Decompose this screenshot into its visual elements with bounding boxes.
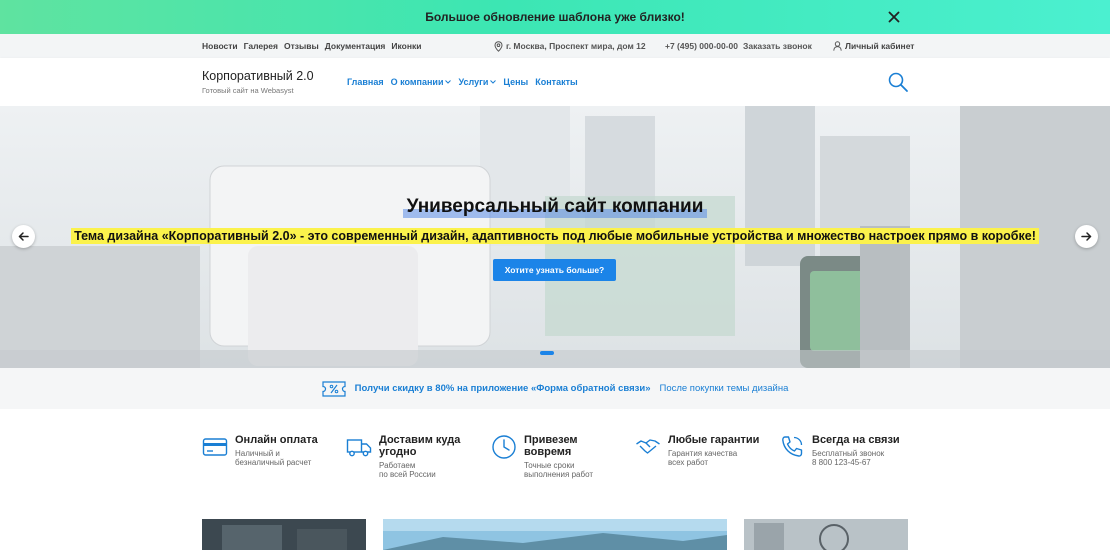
promo-link[interactable]: Получи скидку в 80% на приложение «Форма…	[355, 383, 651, 394]
feature-title: Привезем вовремя	[524, 434, 578, 458]
feature-desc: Точные сроки выполнения работ	[524, 461, 593, 479]
feature-contact: Всегда на связи Бесплатный звонок 8 800 …	[779, 434, 900, 467]
announcement-text: Большое обновление шаблона уже близко!	[425, 10, 685, 24]
nav-home[interactable]: Главная	[347, 77, 384, 87]
nav-services[interactable]: Услуги	[458, 77, 497, 87]
search-icon[interactable]	[887, 71, 909, 93]
hero-subtitle-wrap: Тема дизайна «Корпоративный 2.0» - это с…	[0, 227, 1110, 245]
brand-title: Корпоративный 2.0	[202, 69, 314, 83]
truck-icon	[346, 439, 372, 457]
close-icon[interactable]	[886, 9, 902, 25]
feature-text: Привезем вовремя Точные сроки выполнения…	[524, 434, 593, 479]
top-utility-bar: Новости Галерея Отзывы Документация Икон…	[0, 34, 1110, 58]
hero-subtitle: Тема дизайна «Корпоративный 2.0» - это с…	[71, 228, 1039, 244]
discount-ticket-icon	[322, 380, 346, 397]
feature-desc: Работаем по всей России	[379, 461, 436, 479]
feature-desc: Бесплатный звонок 8 800 123-45-67	[812, 449, 885, 467]
brand[interactable]: Корпоративный 2.0 Готовый сайт на Webasy…	[202, 69, 314, 95]
top-nav-docs[interactable]: Документация	[325, 41, 386, 51]
card-image-1[interactable]	[202, 519, 366, 550]
phone-block: +7 (495) 000-00-00 Заказать звонок	[665, 34, 812, 58]
slider-dot-active[interactable]	[540, 351, 554, 355]
arrow-right-icon	[1081, 232, 1092, 241]
feature-title: Любые гарантии	[668, 434, 760, 446]
feature-guarantees: Любые гарантии Гарантия качества всех ра…	[635, 434, 759, 467]
site-header: Корпоративный 2.0 Готовый сайт на Webasy…	[0, 58, 1110, 106]
feature-text: Доставим куда угодно Работаем по всей Ро…	[379, 434, 460, 479]
top-nav-gallery[interactable]: Галерея	[244, 41, 278, 51]
feature-online-payment: Онлайн оплата Наличный и безналичный рас…	[202, 434, 318, 467]
card-image-3[interactable]	[744, 519, 908, 550]
feature-title: Всегда на связи	[812, 434, 900, 446]
handshake-icon	[636, 439, 660, 454]
phone-number[interactable]: +7 (495) 000-00-00	[665, 41, 738, 51]
feature-on-time: Привезем вовремя Точные сроки выполнения…	[491, 434, 593, 479]
phone-icon	[782, 436, 803, 457]
clock-icon	[492, 435, 516, 459]
nav-prices[interactable]: Цены	[503, 77, 528, 87]
top-nav-reviews[interactable]: Отзывы	[284, 41, 319, 51]
card-photo	[383, 519, 727, 550]
slider-next-button[interactable]	[1075, 225, 1098, 248]
feature-desc: Наличный и безналичный расчет	[235, 449, 312, 467]
chevron-down-icon	[445, 80, 452, 84]
promo-strip: Получи скидку в 80% на приложение «Форма…	[0, 368, 1110, 409]
card-photo	[202, 519, 366, 550]
feature-title: Онлайн оплата	[235, 434, 318, 446]
hero-slider: Универсальный сайт компании Тема дизайна…	[0, 106, 1110, 368]
top-nav-icons[interactable]: Иконки	[391, 41, 421, 51]
announcement-bar: Большое обновление шаблона уже близко!	[0, 0, 1110, 34]
brand-subtitle: Готовый сайт на Webasyst	[202, 86, 294, 95]
top-nav: Новости Галерея Отзывы Документация Икон…	[202, 34, 427, 58]
chevron-down-icon	[490, 80, 497, 84]
top-nav-news[interactable]: Новости	[202, 41, 238, 51]
card-image-2[interactable]	[383, 519, 727, 550]
slider-prev-button[interactable]	[12, 225, 35, 248]
nav-contacts[interactable]: Контакты	[535, 77, 577, 87]
nav-about[interactable]: О компании	[391, 77, 452, 87]
user-icon	[833, 41, 842, 51]
promo-note: После покупки темы дизайна	[659, 383, 789, 394]
feature-text: Любые гарантии Гарантия качества всех ра…	[668, 434, 759, 467]
address-text: г. Москва, Проспект мира, дом 12	[506, 41, 646, 51]
hero-title: Универсальный сайт компании	[402, 196, 708, 218]
card-photo	[744, 519, 908, 550]
feature-text: Онлайн оплата Наличный и безналичный рас…	[235, 434, 318, 467]
hero-title-wrap: Универсальный сайт компании	[0, 196, 1110, 218]
address: г. Москва, Проспект мира, дом 12	[494, 34, 646, 58]
feature-delivery: Доставим куда угодно Работаем по всей Ро…	[346, 434, 460, 479]
callback-link[interactable]: Заказать звонок	[743, 41, 812, 51]
main-nav: Главная О компании Услуги Цены Контакты	[347, 58, 585, 106]
hero-cta-button[interactable]: Хотите узнать больше?	[493, 259, 616, 281]
feature-title: Доставим куда угодно	[379, 434, 461, 458]
credit-card-icon	[202, 438, 228, 456]
feature-desc: Гарантия качества всех работ	[668, 449, 738, 467]
account-label: Личный кабинет	[845, 41, 915, 51]
account-link[interactable]: Личный кабинет	[833, 34, 914, 58]
location-pin-icon	[494, 40, 503, 52]
arrow-left-icon	[18, 232, 29, 241]
feature-text: Всегда на связи Бесплатный звонок 8 800 …	[812, 434, 900, 467]
